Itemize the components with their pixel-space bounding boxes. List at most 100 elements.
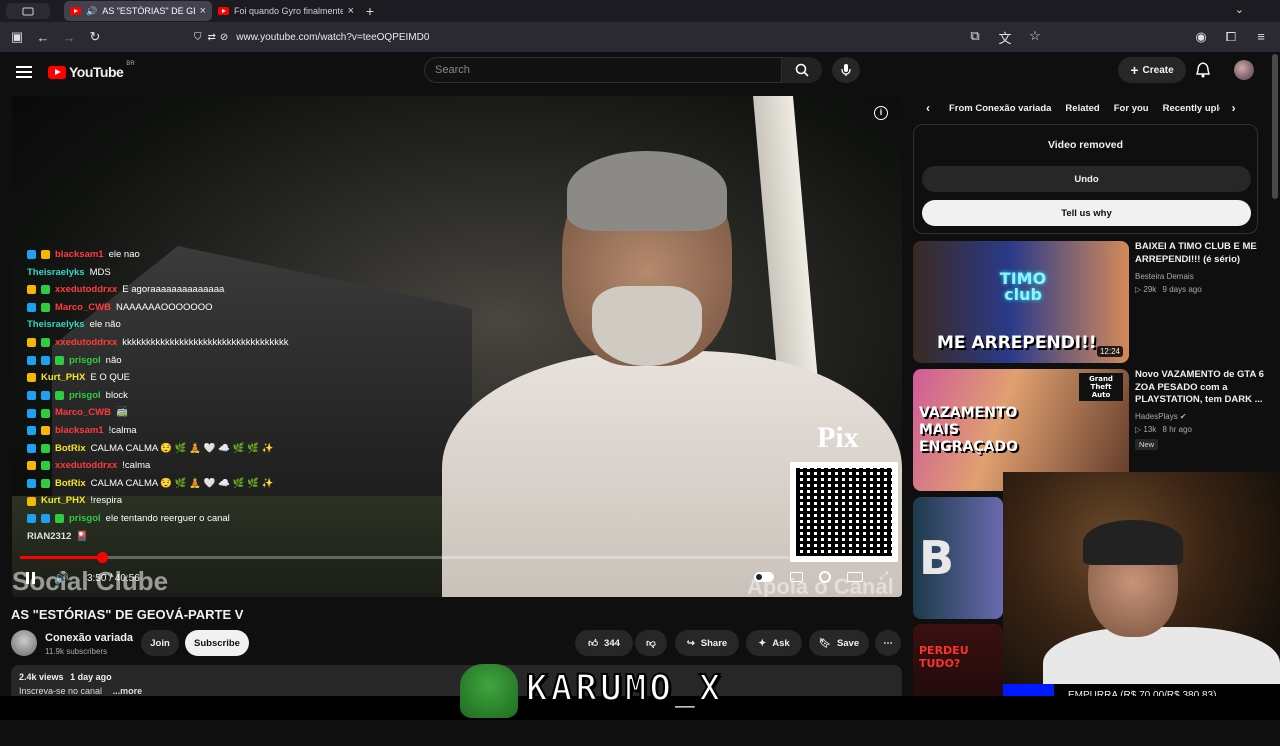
channel-name[interactable]: Conexão variada: [45, 632, 133, 644]
chip-for-you[interactable]: For you: [1107, 99, 1156, 118]
undo-button[interactable]: Undo: [922, 166, 1251, 192]
chat-message: Theisraelyks ele não: [27, 316, 357, 334]
more-actions-button[interactable]: ⋯: [875, 630, 901, 656]
chat-text: !respira: [90, 495, 123, 507]
sidebar-toggle-icon[interactable]: ▣: [4, 29, 30, 45]
chat-message: Theisraelyks MDS: [27, 264, 357, 282]
tab-overview-button[interactable]: [6, 3, 50, 19]
time-display: 3:50 / 40:56: [87, 573, 140, 584]
toolbar-actions: ◉ ⧠ ≡: [1188, 29, 1274, 45]
chip-recently-uploaded[interactable]: Recently uploaded: [1156, 99, 1220, 118]
chat-message: Marco_CWB NAAAAAAOOOOOOO: [27, 299, 357, 317]
speaker-icon[interactable]: 🔊: [86, 6, 97, 17]
video-thumbnail[interactable]: B: [913, 497, 1003, 619]
recommendation-item[interactable]: TIMO club ME ARREPENDI!! 12:24 BAIXEI A …: [913, 241, 1268, 363]
streamer-brand-overlay: KARUMO_X: [460, 662, 760, 720]
picture-in-picture-icon[interactable]: ⧉: [962, 28, 988, 47]
video-thumbnail[interactable]: TIMO club ME ARREPENDI!! 12:24: [913, 241, 1129, 363]
reload-icon[interactable]: ↻: [82, 29, 108, 45]
fullscreen-icon[interactable]: ⤢: [879, 570, 888, 583]
logo-country: BR: [126, 61, 135, 67]
close-tab-icon[interactable]: ×: [200, 5, 206, 17]
channel-avatar[interactable]: [11, 630, 37, 656]
extensions-icon[interactable]: ⧠: [1218, 29, 1244, 45]
autoplay-toggle[interactable]: [754, 571, 775, 582]
like-button[interactable]: 👍︎ 344: [575, 630, 633, 656]
hamburger-menu-icon[interactable]: [16, 66, 32, 78]
volume-icon[interactable]: 🔊: [54, 571, 69, 585]
youtube-play-icon: [48, 65, 66, 79]
chevron-left-icon[interactable]: ‹: [914, 101, 942, 115]
translate-icon[interactable]: 文: [992, 28, 1018, 47]
chat-username: xxedutoddrxx: [55, 284, 118, 296]
dislike-button[interactable]: 👎︎: [635, 630, 667, 656]
search-input[interactable]: Search: [424, 57, 782, 83]
tell-us-why-button[interactable]: Tell us why: [922, 200, 1251, 226]
share-button[interactable]: ↪ Share: [675, 630, 739, 656]
chat-badge-icon: [27, 443, 36, 453]
scrollbar-thumb[interactable]: [1272, 54, 1278, 199]
settings-gear-icon[interactable]: [819, 570, 832, 583]
shield-icon[interactable]: ⛉: [194, 32, 202, 43]
youtube-page: YouTube BR Search + Create i blacksam1 e…: [0, 52, 1280, 720]
progress-bar[interactable]: [20, 552, 894, 563]
recommendation-channel[interactable]: Besteira Demais: [1135, 272, 1194, 281]
ask-button[interactable]: ✦ Ask: [746, 630, 802, 656]
recommendation-title[interactable]: Novo VAZAMENTO de GTA 6 ZOA PESADO com a…: [1135, 369, 1265, 407]
forward-icon[interactable]: →: [56, 30, 82, 45]
menu-icon[interactable]: ≡: [1248, 29, 1274, 45]
subtitles-icon[interactable]: [790, 571, 804, 582]
browser-tab-active[interactable]: 🔊 AS "ESTÓRIAS" DE GEOVÁ-PARTE V ×: [64, 1, 212, 21]
create-button[interactable]: + Create: [1118, 57, 1186, 83]
chat-username: Kurt_PHX: [41, 495, 86, 507]
subscribe-button[interactable]: Subscribe: [185, 630, 249, 656]
youtube-favicon-icon: [218, 7, 229, 15]
theater-mode-icon[interactable]: [847, 571, 864, 582]
notifications-bell-icon[interactable]: [1196, 62, 1210, 83]
join-button[interactable]: Join: [141, 630, 179, 656]
chat-message: Kurt_PHX !respira: [27, 492, 357, 510]
chat-badge-icon: [27, 355, 36, 365]
chat-username: blacksam1: [55, 424, 104, 436]
new-tab-button[interactable]: +: [360, 3, 380, 19]
permissions-icon[interactable]: ⇄: [208, 32, 216, 43]
browser-tab[interactable]: Foi quando Gyro finalmente entendeu ×: [212, 1, 360, 21]
pause-icon[interactable]: [26, 572, 36, 584]
account-icon[interactable]: ◉: [1188, 29, 1214, 45]
voice-search-button[interactable]: [832, 57, 860, 83]
chat-username: prisgol: [69, 389, 101, 401]
chip-from-channel[interactable]: From Conexão variada: [942, 99, 1058, 118]
chevron-down-icon[interactable]: ⌄: [1235, 3, 1244, 16]
autoplay-blocked-icon[interactable]: ⊘: [220, 32, 228, 43]
more-horizontal-icon: ⋯: [883, 637, 893, 649]
bookmark-star-icon[interactable]: ☆: [1022, 28, 1048, 47]
info-icon[interactable]: i: [874, 106, 888, 120]
url-bar[interactable]: ⛉ ⇄ ⊘ www.youtube.com/watch?v=teeOQPEIMD…: [194, 25, 962, 49]
user-avatar[interactable]: [1234, 60, 1254, 80]
search-button[interactable]: [782, 57, 822, 83]
recommendation-title[interactable]: BAIXEI A TIMO CLUB E ME ARREPENDI!!! (é …: [1135, 241, 1265, 266]
upload-age: 1 day ago: [70, 672, 112, 682]
save-button[interactable]: 🔖︎ Save: [809, 630, 869, 656]
back-icon[interactable]: ←: [30, 30, 56, 45]
pix-qr-code: [790, 462, 898, 562]
chat-text: !calma: [122, 460, 151, 472]
chat-badge-icon: [41, 408, 50, 418]
chat-message: xxedutoddrxx !calma: [27, 457, 357, 475]
player-controls: 🔊 3:50 / 40:56 ⤢: [12, 564, 902, 592]
browser-tab-strip: 🔊 AS "ESTÓRIAS" DE GEOVÁ-PARTE V × Foi q…: [0, 0, 1280, 22]
chat-badge-icon: [41, 479, 50, 489]
recommendation-channel[interactable]: HadesPlays ✔: [1135, 412, 1187, 421]
rec-age: 8 hr ago: [1162, 425, 1192, 434]
play-icon: ▷: [1135, 425, 1142, 434]
chip-related[interactable]: Related: [1058, 99, 1106, 118]
more-link[interactable]: ...more: [113, 686, 143, 696]
search-icon: [795, 63, 809, 77]
video-player[interactable]: i blacksam1 ele nao Theisraelyks MDS xxeduto…: [12, 96, 902, 597]
chat-message: xxedutoddrxx kkkkkkkkkkkkkkkkkkkkkkkkkkkk…: [27, 334, 357, 352]
chat-username: BotRix: [55, 442, 86, 454]
chat-badge-icon: [41, 303, 50, 313]
close-tab-icon[interactable]: ×: [348, 5, 354, 17]
chevron-right-icon[interactable]: ›: [1220, 101, 1248, 115]
youtube-logo[interactable]: YouTube BR: [48, 61, 135, 80]
